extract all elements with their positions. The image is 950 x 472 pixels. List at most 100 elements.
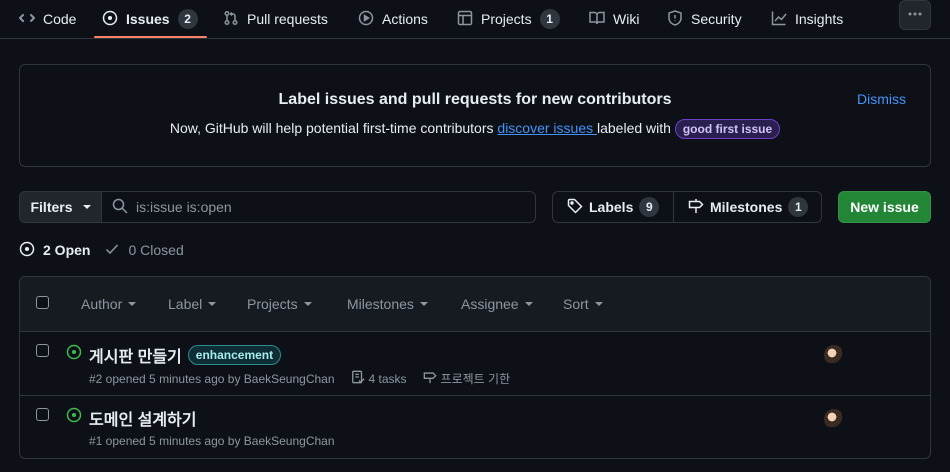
milestone-icon <box>423 370 437 387</box>
projects-filter-label: Projects <box>247 296 298 312</box>
discover-issues-link[interactable]: discover issues <box>497 120 597 136</box>
task-count[interactable]: 4 tasks <box>369 372 407 386</box>
issue-row: 게시판 만들기 enhancement #2 opened 5 minutes … <box>20 332 930 395</box>
sort-filter[interactable]: Sort <box>563 296 603 312</box>
triangle-down-icon <box>303 302 312 306</box>
issue-checkbox[interactable] <box>36 408 49 421</box>
banner-text-after: labeled with <box>597 120 675 136</box>
tab-projects-label: Projects <box>481 11 532 27</box>
issue-opened-icon <box>66 407 82 426</box>
issue-title: 게시판 만들기 enhancement <box>89 343 282 367</box>
book-icon <box>589 10 605 29</box>
contributors-banner: Label issues and pull requests for new c… <box>19 64 931 167</box>
author-filter-label: Author <box>81 296 123 312</box>
graph-icon <box>771 10 787 29</box>
issue-milestone[interactable]: 프로젝트 기한 <box>441 370 511 387</box>
milestones-filter[interactable]: Milestones <box>347 296 428 312</box>
tab-wiki[interactable]: Wiki <box>589 0 639 38</box>
issue-meta: #2 opened 5 minutes ago by BaekSeungChan… <box>89 370 510 387</box>
tab-security[interactable]: Security <box>667 0 742 38</box>
issues-list: Author Label Projects Milestones Assigne… <box>19 276 931 459</box>
issue-title-link[interactable]: 게시판 만들기 <box>89 343 182 367</box>
issue-title: 도메인 설계하기 <box>89 406 197 430</box>
issue-opened-meta: #2 opened 5 minutes ago by BaekSeungChan <box>89 371 335 386</box>
issues-count-badge: 2 <box>177 9 198 29</box>
sort-filter-label: Sort <box>563 296 589 312</box>
code-icon <box>19 10 35 29</box>
tab-insights[interactable]: Insights <box>771 0 843 38</box>
projects-count-badge: 1 <box>539 9 560 29</box>
search-input[interactable] <box>136 199 516 215</box>
issue-row: 도메인 설계하기 #1 opened 5 minutes ago by Baek… <box>20 396 930 458</box>
tab-code[interactable]: Code <box>19 0 76 38</box>
kebab-horizontal-icon <box>907 6 923 25</box>
shield-icon <box>667 9 683 29</box>
select-all-checkbox[interactable] <box>36 296 49 309</box>
enhancement-label[interactable]: enhancement <box>187 345 282 365</box>
issues-list-header: Author Label Projects Milestones Assigne… <box>20 277 930 332</box>
repo-nav: Code Issues 2 Pull requests Actions Proj… <box>0 0 950 39</box>
tab-insights-label: Insights <box>795 11 844 27</box>
filters-label: Filters <box>30 199 73 215</box>
triangle-down-icon <box>208 302 217 306</box>
triangle-down-icon <box>524 302 533 306</box>
labels-label: Labels <box>589 199 634 215</box>
new-issue-button[interactable]: New issue <box>838 191 931 223</box>
active-tab-underline <box>94 36 207 38</box>
tab-wiki-label: Wiki <box>613 11 640 27</box>
triangle-down-icon <box>594 302 603 306</box>
milestones-count-badge: 1 <box>788 197 809 217</box>
triangle-down-icon <box>128 302 137 306</box>
search-icon <box>112 198 128 217</box>
issue-opened-icon <box>102 10 118 29</box>
tab-actions-label: Actions <box>382 11 428 27</box>
issue-opened-icon <box>19 241 35 260</box>
open-count-label: 2 Open <box>43 242 91 258</box>
dismiss-link[interactable]: Dismiss <box>857 91 906 107</box>
tab-pull-requests-label: Pull requests <box>247 11 328 27</box>
tab-security-label: Security <box>691 11 742 27</box>
tag-icon <box>567 198 583 217</box>
banner-text-before: Now, GitHub will help potential first-ti… <box>169 120 498 136</box>
projects-filter[interactable]: Projects <box>247 296 312 312</box>
git-pull-request-icon <box>223 10 239 29</box>
avatar[interactable] <box>824 409 844 429</box>
more-menu-button[interactable] <box>899 0 931 30</box>
play-icon <box>358 10 374 29</box>
good-first-issue-label[interactable]: good first issue <box>674 119 781 139</box>
labels-button[interactable]: Labels 9 <box>553 192 674 222</box>
issue-title-link[interactable]: 도메인 설계하기 <box>89 406 197 430</box>
labels-count-badge: 9 <box>639 197 660 217</box>
table-icon <box>457 10 473 29</box>
tab-actions[interactable]: Actions <box>358 0 428 38</box>
banner-title: Label issues and pull requests for new c… <box>278 91 672 108</box>
closed-count-label: 0 Closed <box>128 242 184 258</box>
issue-opened-icon <box>66 344 82 363</box>
open-issues-toggle[interactable]: 2 Open <box>19 241 90 260</box>
check-icon <box>104 241 120 260</box>
assignee-filter-label: Assignee <box>461 296 519 312</box>
milestones-filter-label: Milestones <box>347 296 414 312</box>
avatar[interactable] <box>824 345 844 365</box>
tab-code-label: Code <box>43 11 77 27</box>
issue-checkbox[interactable] <box>36 344 49 357</box>
triangle-down-icon <box>419 302 428 306</box>
tab-issues-label: Issues <box>126 11 170 27</box>
triangle-down-icon <box>82 205 91 209</box>
tab-pull-requests[interactable]: Pull requests <box>223 0 328 38</box>
issue-meta: #1 opened 5 minutes ago by BaekSeungChan <box>89 434 335 448</box>
milestones-label: Milestones <box>710 199 783 215</box>
checklist-icon <box>351 370 365 387</box>
labels-milestones-group: Labels 9 Milestones 1 <box>552 191 822 223</box>
tab-issues[interactable]: Issues 2 <box>102 0 198 38</box>
filters-button[interactable]: Filters <box>19 191 102 223</box>
assignee-filter[interactable]: Assignee <box>461 296 533 312</box>
milestone-icon <box>688 198 704 217</box>
label-filter[interactable]: Label <box>168 296 217 312</box>
closed-issues-toggle[interactable]: 0 Closed <box>104 241 184 260</box>
tab-projects[interactable]: Projects 1 <box>457 0 560 38</box>
banner-text: Now, GitHub will help potential first-ti… <box>20 119 930 139</box>
label-filter-label: Label <box>168 296 203 312</box>
milestones-button[interactable]: Milestones 1 <box>674 192 822 222</box>
author-filter[interactable]: Author <box>81 296 137 312</box>
